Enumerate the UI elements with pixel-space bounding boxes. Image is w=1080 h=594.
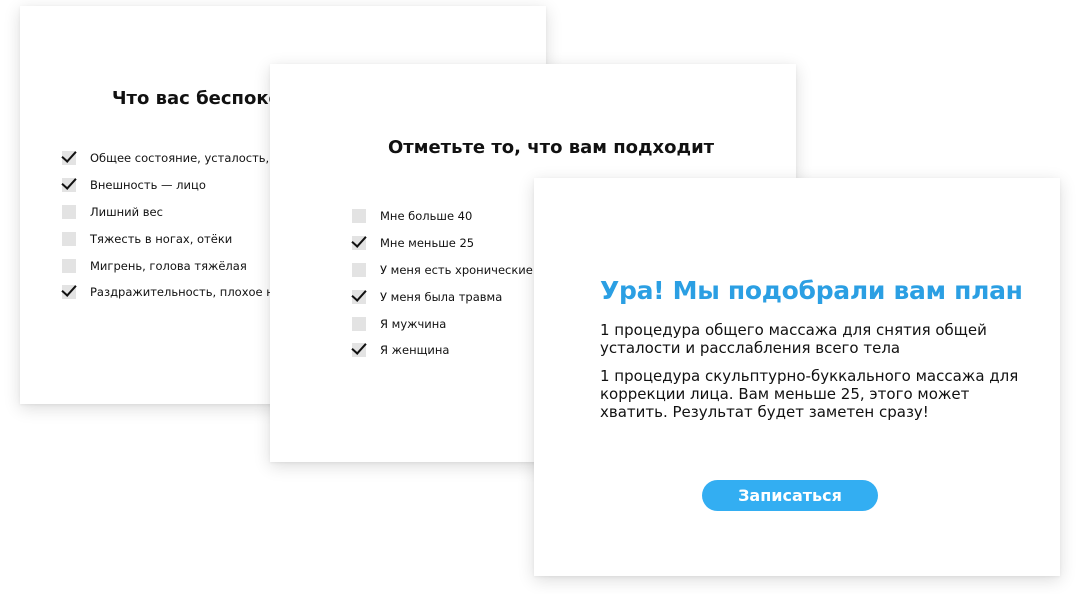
- result-paragraph: 1 процедура скульптурно-буккального масс…: [600, 367, 1019, 421]
- question-title: Отметьте то, что вам подходит: [388, 137, 715, 158]
- checkbox[interactable]: [352, 343, 366, 358]
- checkbox[interactable]: [62, 285, 76, 300]
- checkbox[interactable]: [62, 258, 76, 273]
- option-label: Лишний вес: [90, 204, 163, 219]
- option-label: Тяжесть в ногах, отёки: [90, 231, 233, 246]
- option-label: Мигрень, голова тяжёлая: [90, 258, 247, 273]
- stage: Что вас беспокоит? Общее состояние, уста…: [0, 0, 1080, 594]
- result-title: Ура! Мы подобрали вам план: [600, 276, 1023, 305]
- option-label: Мне меньше 25: [380, 236, 475, 251]
- checkbox[interactable]: [352, 289, 366, 304]
- option-label: У меня была травма: [380, 289, 503, 304]
- option-label: Внешность — лицо: [90, 178, 206, 193]
- checkbox[interactable]: [352, 262, 366, 277]
- checkbox[interactable]: [62, 151, 76, 166]
- checkbox[interactable]: [352, 316, 366, 331]
- option-label: Мне больше 40: [380, 209, 473, 224]
- result-card: Ура! Мы подобрали вам план 1 процедура о…: [534, 178, 1060, 576]
- option-label: Я мужчина: [380, 316, 447, 331]
- checkbox[interactable]: [62, 178, 76, 193]
- sign-up-button[interactable]: Записаться: [702, 480, 878, 511]
- checkbox[interactable]: [62, 231, 76, 246]
- option-label: Я женщина: [380, 343, 450, 358]
- result-paragraph: 1 процедура общего массажа для снятия об…: [600, 321, 987, 357]
- checkbox[interactable]: [352, 209, 366, 224]
- checkbox[interactable]: [352, 236, 366, 251]
- checkbox[interactable]: [62, 204, 76, 219]
